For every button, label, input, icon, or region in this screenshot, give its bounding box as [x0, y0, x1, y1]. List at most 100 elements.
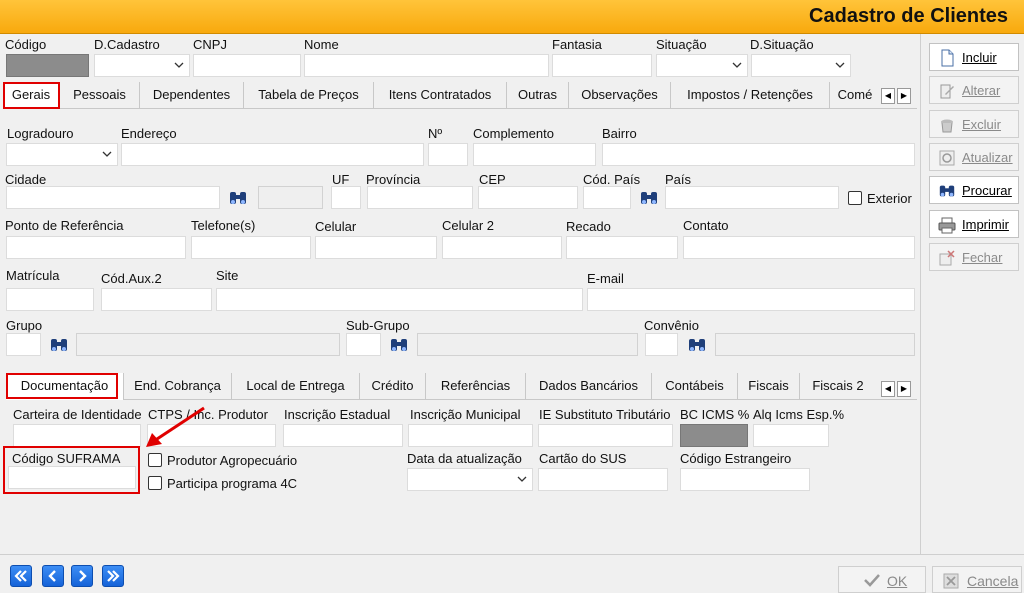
produtor-agropecuario-checkbox[interactable]	[148, 453, 162, 467]
procurar-button[interactable]: Procurar	[929, 176, 1019, 204]
cancela-button[interactable]: Cancela	[932, 566, 1022, 593]
uf-label: UF	[332, 172, 350, 187]
binoculars-icon[interactable]	[639, 189, 659, 207]
codigo-label: Código	[5, 37, 47, 52]
last-record-button[interactable]	[102, 565, 124, 587]
previous-record-button[interactable]	[42, 565, 64, 587]
grupo-code-field[interactable]	[6, 333, 41, 356]
email-field[interactable]	[587, 288, 915, 311]
cidade-field[interactable]	[6, 186, 220, 209]
fechar-label: Fechar	[962, 250, 1003, 265]
binoculars-icon[interactable]	[228, 189, 248, 207]
logradouro-select[interactable]	[6, 143, 118, 166]
recado-label: Recado	[566, 219, 611, 234]
contato-field[interactable]	[683, 236, 915, 259]
participa-4c-checkbox[interactable]	[148, 476, 162, 490]
tab-tabela-precos[interactable]: Tabela de Preços	[244, 82, 374, 109]
codigo-field[interactable]	[6, 54, 89, 77]
atualizar-button[interactable]: Atualizar	[929, 143, 1019, 171]
tab-observacoes[interactable]: Observações	[569, 82, 671, 109]
excluir-button[interactable]: Excluir	[929, 110, 1019, 138]
situacao-select[interactable]	[656, 54, 748, 77]
cod-pais-field[interactable]	[583, 186, 631, 209]
tab-pessoais[interactable]: Pessoais	[60, 82, 140, 109]
endereco-field[interactable]	[121, 143, 424, 166]
produtor-agropecuario-label: Produtor Agropecuário	[167, 453, 298, 468]
tab-fiscais[interactable]: Fiscais	[738, 373, 800, 400]
celular-field[interactable]	[315, 236, 437, 259]
bc-icms-label: BC ICMS %	[680, 407, 750, 422]
cod-aux2-field[interactable]	[101, 288, 212, 311]
subtab-scroll-left-button[interactable]: ◀	[881, 381, 895, 397]
ponto-referencia-field[interactable]	[6, 236, 186, 259]
matricula-field[interactable]	[6, 288, 94, 311]
fechar-button[interactable]: Fechar	[929, 243, 1019, 271]
fantasia-field[interactable]	[552, 54, 652, 77]
telefones-field[interactable]	[191, 236, 311, 259]
uf-field[interactable]	[331, 186, 361, 209]
exterior-checkbox[interactable]	[848, 191, 862, 205]
provincia-field[interactable]	[367, 186, 473, 209]
refresh-icon	[938, 149, 956, 167]
tab-scroll-left-button[interactable]: ◀	[881, 88, 895, 104]
binoculars-icon	[938, 182, 956, 200]
tab-fiscais-2[interactable]: Fiscais 2	[800, 373, 876, 400]
chevron-down-icon	[516, 473, 528, 485]
data-atualizacao-select[interactable]	[407, 468, 533, 491]
pais-field[interactable]	[665, 186, 839, 209]
title-bar: Cadastro de Clientes	[0, 0, 1024, 34]
carteira-identidade-label: Carteira de Identidade	[13, 407, 142, 422]
tab-itens-contratados[interactable]: Itens Contratados	[374, 82, 507, 109]
bairro-field[interactable]	[602, 143, 915, 166]
tab-end-cobranca[interactable]: End. Cobrança	[124, 373, 232, 400]
alq-icms-field[interactable]	[753, 424, 829, 447]
numero-label: Nº	[428, 126, 443, 141]
subtab-scroll-right-button[interactable]: ▶	[897, 381, 911, 397]
printer-icon	[938, 216, 956, 234]
ok-button[interactable]: OK	[838, 566, 926, 593]
cep-field[interactable]	[478, 186, 578, 209]
tab-contabeis[interactable]: Contábeis	[652, 373, 738, 400]
recado-field[interactable]	[566, 236, 678, 259]
next-record-button[interactable]	[71, 565, 93, 587]
inscricao-estadual-field[interactable]	[283, 424, 403, 447]
complemento-field[interactable]	[473, 143, 596, 166]
tab-local-entrega[interactable]: Local de Entrega	[232, 373, 360, 400]
tab-scroll-right-button[interactable]: ▶	[897, 88, 911, 104]
site-field[interactable]	[216, 288, 583, 311]
tab-dependentes[interactable]: Dependentes	[140, 82, 244, 109]
tab-dados-bancarios[interactable]: Dados Bancários	[526, 373, 652, 400]
celular2-field[interactable]	[442, 236, 562, 259]
telefones-label: Telefone(s)	[191, 218, 256, 233]
inscricao-municipal-field[interactable]	[408, 424, 533, 447]
convenio-code-field[interactable]	[645, 333, 678, 356]
binoculars-icon[interactable]	[49, 336, 69, 354]
new-doc-icon	[938, 49, 956, 67]
nome-field[interactable]	[304, 54, 549, 77]
sub-grupo-code-field[interactable]	[346, 333, 381, 356]
imprimir-button[interactable]: Imprimir	[929, 210, 1019, 238]
tab-impostos-retencoes[interactable]: Impostos / Retenções	[671, 82, 830, 109]
tab-credito[interactable]: Crédito	[360, 373, 426, 400]
d-situacao-select[interactable]	[751, 54, 851, 77]
binoculars-icon[interactable]	[687, 336, 707, 354]
tab-referencias[interactable]: Referências	[426, 373, 526, 400]
binoculars-icon[interactable]	[389, 336, 409, 354]
sub-grupo-label: Sub-Grupo	[346, 318, 410, 333]
highlight-gerais-tab	[3, 82, 60, 109]
tab-outras[interactable]: Outras	[507, 82, 569, 109]
ie-substituto-field[interactable]	[538, 424, 673, 447]
first-record-button[interactable]	[10, 565, 32, 587]
carteira-identidade-field[interactable]	[13, 424, 141, 447]
bairro-label: Bairro	[602, 126, 637, 141]
celular2-label: Celular 2	[442, 218, 495, 233]
d-cadastro-select[interactable]	[94, 54, 190, 77]
bc-icms-field[interactable]	[680, 424, 748, 447]
cnpj-field[interactable]	[193, 54, 301, 77]
alterar-button[interactable]: Alterar	[929, 76, 1019, 104]
cartao-sus-field[interactable]	[538, 468, 668, 491]
tab-comercial[interactable]: Comé	[830, 82, 880, 109]
numero-field[interactable]	[428, 143, 468, 166]
codigo-estrangeiro-field[interactable]	[680, 468, 810, 491]
incluir-button[interactable]: Incluir	[929, 43, 1019, 71]
